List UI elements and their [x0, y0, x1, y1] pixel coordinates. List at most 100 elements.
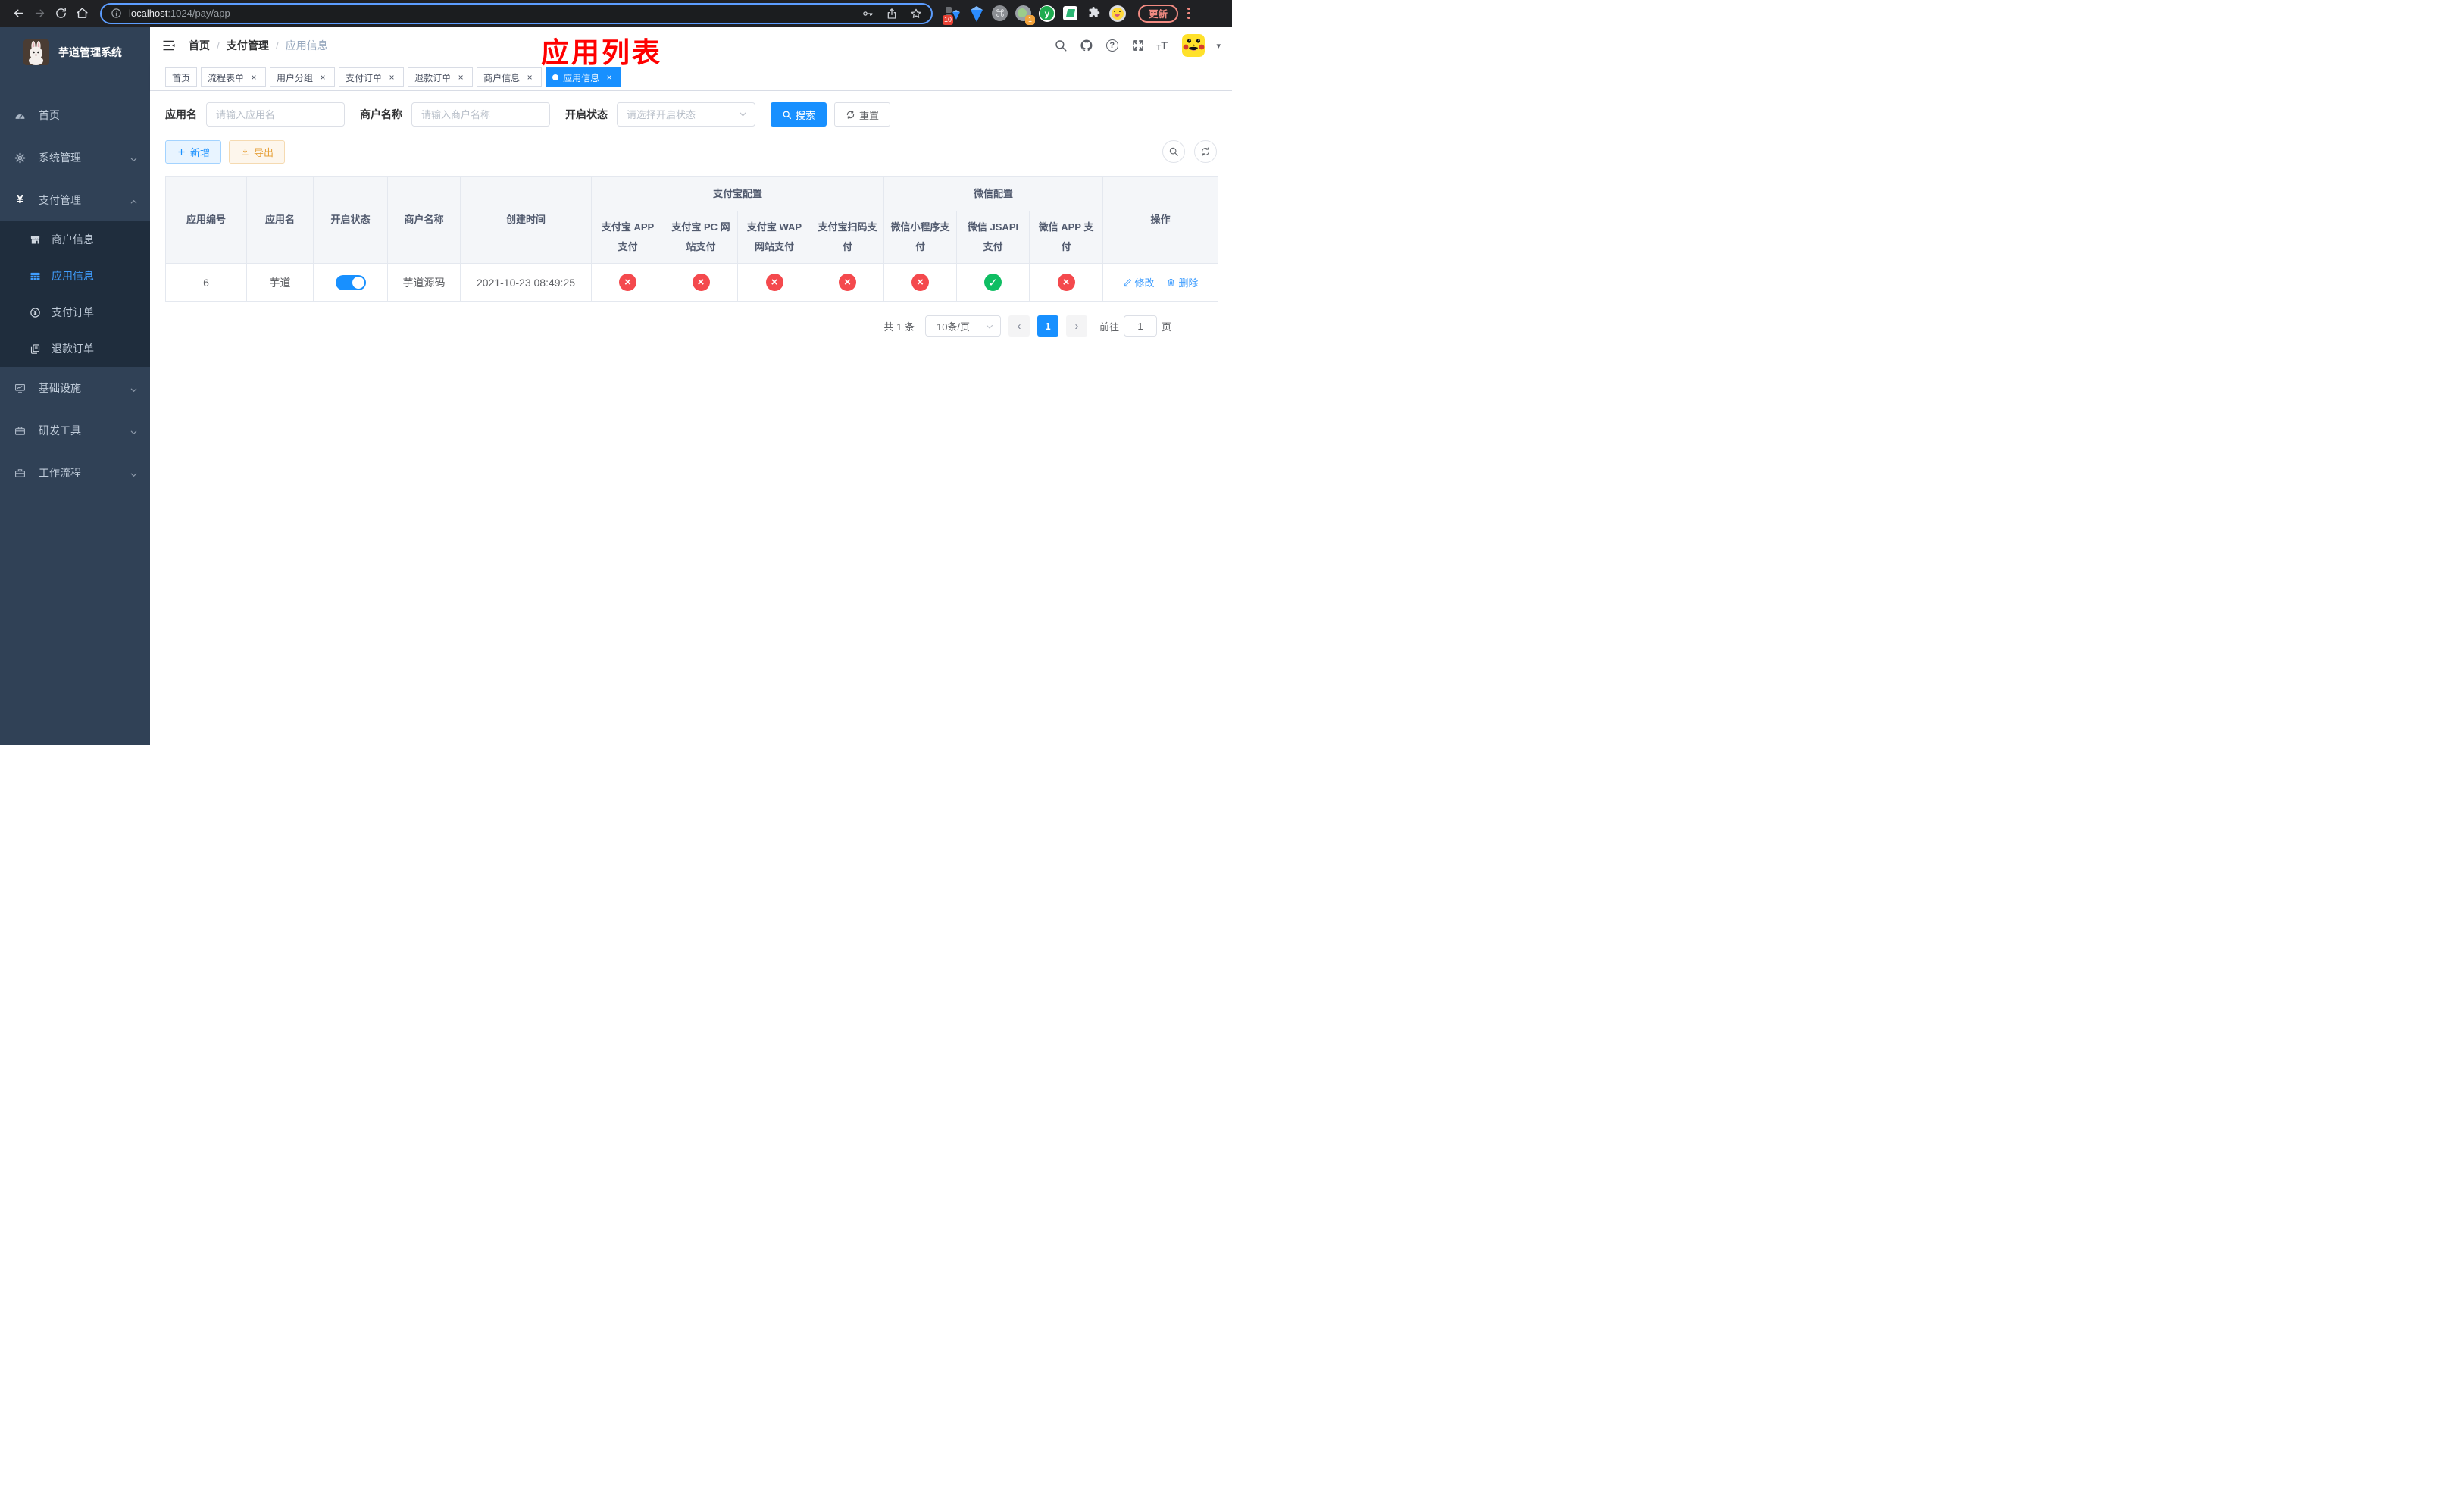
sidebar-item-home[interactable]: 首页 — [0, 94, 150, 136]
password-key-icon[interactable] — [861, 8, 874, 20]
monitor-chart-icon — [14, 383, 26, 394]
tab-user-group[interactable]: 用户分组 × — [270, 67, 336, 87]
close-icon[interactable]: × — [317, 72, 328, 83]
close-icon[interactable]: × — [455, 72, 466, 83]
search-button[interactable]: 搜索 — [771, 102, 827, 127]
y-extension-icon[interactable]: y — [1038, 5, 1055, 22]
close-icon[interactable]: × — [604, 72, 614, 83]
export-button[interactable]: 导出 — [229, 139, 286, 164]
sidebar-item-label: 应用信息 — [52, 270, 94, 282]
add-button[interactable]: 新增 — [165, 139, 222, 164]
search-form: 应用名 商户名称 开启状态 搜索 — [165, 102, 1217, 127]
active-dot — [552, 74, 559, 80]
sidebar-item-system[interactable]: 系统管理 — [0, 136, 150, 179]
next-page-button[interactable]: › — [1065, 315, 1087, 337]
close-icon[interactable]: × — [386, 72, 397, 83]
refresh-table-button[interactable] — [1194, 140, 1217, 163]
fullscreen-icon[interactable] — [1130, 39, 1145, 53]
breadcrumb-current: 应用信息 — [285, 39, 328, 52]
url-bar[interactable]: localhost:1024/pay/app — [100, 2, 933, 24]
help-icon[interactable]: ? — [1105, 39, 1119, 53]
close-icon[interactable]: × — [524, 72, 535, 83]
current-page-button[interactable]: 1 — [1037, 315, 1058, 337]
user-avatar[interactable] — [1182, 34, 1205, 57]
app-logo-row[interactable]: 芋道管理系统 — [0, 31, 150, 74]
cell-app-id: 6 — [165, 263, 247, 302]
avatar-caret-icon[interactable]: ▾ — [1216, 41, 1221, 51]
app-title: 芋道管理系统 — [58, 46, 122, 58]
breadcrumb: 首页 / 支付管理 / 应用信息 — [189, 38, 328, 53]
tab-process-form[interactable]: 流程表单 × — [201, 67, 267, 87]
col-app-name: 应用名 — [246, 176, 314, 264]
app-name-label: 应用名 — [165, 108, 197, 121]
sidebar-item-workflow[interactable]: 工作流程 — [0, 452, 150, 494]
toggle-search-button[interactable] — [1162, 140, 1185, 163]
col-wx-jsapi: 微信 JSAPI 支付 — [956, 211, 1030, 264]
browser-toolbar: localhost:1024/pay/app 10 ⌘ 1 y 更新 — [0, 0, 1232, 27]
font-size-icon[interactable]: TT — [1156, 39, 1168, 52]
home-icon[interactable] — [71, 3, 92, 24]
sidebar-item-payment[interactable]: ¥ 支付管理 — [0, 179, 150, 221]
gem-extension-icon[interactable] — [968, 5, 985, 22]
edit-link[interactable]: 修改 — [1123, 275, 1155, 290]
reload-icon[interactable] — [50, 3, 71, 24]
share-icon[interactable] — [886, 8, 898, 20]
sidebar-item-infrastructure[interactable]: 基础设施 — [0, 367, 150, 409]
prev-page-button[interactable]: ‹ — [1008, 315, 1030, 337]
status-cross-icon: × — [765, 274, 783, 291]
page-size-select[interactable]: 10条/页 — [924, 315, 1001, 337]
edit-pencil-icon — [1124, 278, 1131, 287]
yen-icon: ¥ — [17, 193, 23, 206]
delete-link[interactable]: 删除 — [1166, 275, 1198, 290]
search-icon — [1169, 147, 1178, 156]
app-table: 应用编号 应用名 开启状态 商户名称 创建时间 支付宝配置 微信配置 操作 支付… — [165, 176, 1219, 302]
col-alipay-qr: 支付宝扫码支付 — [810, 211, 885, 264]
chrome-update-button[interactable]: 更新 — [1137, 4, 1178, 23]
sidebar-item-dev-tools[interactable]: 研发工具 — [0, 409, 150, 452]
sidebar-item-pay-orders[interactable]: 支付订单 — [0, 294, 150, 330]
tab-refund-orders[interactable]: 退款订单 × — [408, 67, 474, 87]
sidebar-item-label: 工作流程 — [39, 467, 81, 479]
status-select[interactable] — [617, 102, 755, 127]
sidebar-item-app-info[interactable]: 应用信息 — [0, 258, 150, 294]
breadcrumb-payment[interactable]: 支付管理 — [227, 38, 269, 53]
extensions-puzzle-icon[interactable] — [1086, 5, 1102, 22]
enabled-toggle[interactable] — [335, 274, 366, 290]
status-cross-icon: × — [692, 274, 710, 291]
sidebar-item-refund-orders[interactable]: 退款订单 — [0, 330, 150, 367]
sidebar-item-merchant-info[interactable]: 商户信息 — [0, 221, 150, 258]
emoji-extension-icon[interactable] — [1108, 5, 1126, 22]
cell-created-at: 2021-10-23 08:49:25 — [460, 263, 592, 302]
tab-pay-orders[interactable]: 支付订单 × — [339, 67, 405, 87]
toolbox-icon — [14, 425, 26, 437]
tampermonkey-extension-icon[interactable]: 10 — [942, 5, 962, 25]
status-cross-icon: × — [1057, 274, 1075, 291]
recorder-extension-icon[interactable]: 1 — [1015, 5, 1035, 25]
bookmark-star-icon[interactable] — [910, 8, 922, 20]
reset-button[interactable]: 重置 — [834, 102, 891, 127]
col-wx-mini: 微信小程序支付 — [883, 211, 958, 264]
forward-icon[interactable] — [29, 3, 50, 24]
search-icon[interactable] — [1053, 39, 1068, 53]
col-alipay-app: 支付宝 APP 支付 — [591, 211, 664, 264]
extensions-cluster: 10 ⌘ 1 y — [942, 5, 1126, 25]
command-extension-icon[interactable]: ⌘ — [992, 5, 1008, 22]
close-icon[interactable]: × — [249, 72, 259, 83]
merchant-name-input[interactable] — [411, 102, 550, 127]
docs-extension-icon[interactable] — [1062, 5, 1079, 22]
sidebar-item-label: 支付管理 — [39, 194, 81, 206]
dashboard-icon — [14, 110, 26, 121]
goto-page-input[interactable] — [1123, 315, 1157, 337]
col-merchant: 商户名称 — [387, 176, 461, 264]
toolbox-icon — [14, 468, 26, 479]
breadcrumb-home[interactable]: 首页 — [189, 38, 210, 53]
url-path: :1024/pay/app — [167, 8, 230, 19]
tab-merchant-info[interactable]: 商户信息 × — [477, 67, 543, 87]
tab-home[interactable]: 首页 — [165, 67, 198, 87]
site-info-icon[interactable] — [111, 8, 122, 19]
github-icon[interactable] — [1079, 39, 1093, 53]
sidebar-collapse-icon[interactable] — [161, 38, 177, 53]
back-icon[interactable] — [8, 3, 29, 24]
app-name-input[interactable] — [206, 102, 345, 127]
chrome-menu-icon[interactable] — [1187, 7, 1190, 20]
